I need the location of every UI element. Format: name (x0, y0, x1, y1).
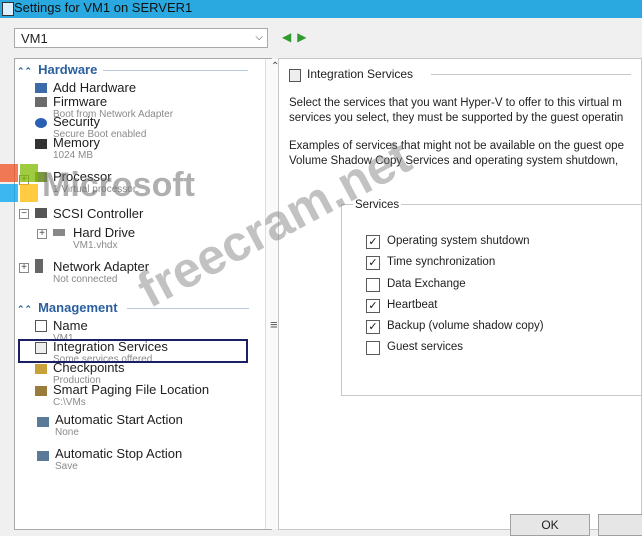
tree-item-label: Checkpoints (53, 360, 125, 375)
examples-line-1: Examples of services that might not be a… (289, 140, 624, 152)
panel-title-divider (431, 74, 631, 75)
checkbox[interactable] (366, 341, 380, 355)
settings-window-icon (2, 2, 14, 16)
tree-item-processor[interactable]: Processor 1 Virtual processor (53, 169, 137, 196)
expand-icon[interactable]: + (37, 229, 47, 239)
chevron-down-icon[interactable]: ⌵ (255, 32, 263, 43)
integration-services-panel: Integration Services Select the services… (278, 58, 642, 530)
tree-item-sub: 1 Virtual processor (53, 184, 137, 195)
memory-icon (35, 139, 47, 149)
scsi-controller-icon (35, 208, 47, 218)
tree-item-scsi-controller[interactable]: SCSI Controller (53, 207, 143, 221)
tree-item-add-hardware[interactable]: Add Hardware (53, 81, 136, 95)
stop-action-icon (37, 451, 49, 461)
tree-item-label: Automatic Start Action (55, 412, 183, 427)
service-label: Data Exchange (387, 278, 466, 290)
service-label: Heartbeat (387, 299, 438, 311)
forward-arrow-icon[interactable]: ▶ (297, 30, 312, 44)
ok-button[interactable]: OK (510, 514, 590, 536)
tree-item-label: Add Hardware (53, 80, 137, 95)
checkbox[interactable]: ✓ (366, 256, 380, 270)
tree-item-automatic-start[interactable]: Automatic Start Action None (55, 412, 183, 439)
tree-item-label: Hard Drive (73, 225, 136, 240)
tree-item-sub: VM1.vhdx (73, 240, 118, 251)
service-label: Backup (volume shadow copy) (387, 320, 544, 332)
checkpoints-icon (35, 364, 47, 374)
examples-line-2: Volume Shadow Copy Services and operatin… (289, 155, 619, 167)
vm-selector[interactable]: VM1 ⌵ (14, 28, 268, 48)
scroll-grip-icon[interactable]: ≡ (270, 317, 278, 332)
tree-item-sub: C:\VMs (53, 397, 86, 408)
firmware-icon (35, 97, 47, 107)
tree-item-label: Network Adapter (53, 259, 150, 274)
checkbox[interactable]: ✓ (366, 320, 380, 334)
tree-item-smart-paging[interactable]: Smart Paging File Location C:\VMs (53, 382, 210, 409)
tree-item-sub: Save (55, 461, 78, 472)
section-management-label: Management (38, 300, 118, 315)
nav-arrows: ◀▶ (282, 30, 312, 44)
folder-icon (35, 386, 47, 396)
description-line-1: Select the services that you want Hyper-… (289, 97, 622, 109)
shield-icon (35, 118, 47, 128)
title-bar: Settings for VM1 on SERVER1 (0, 0, 642, 18)
start-action-icon (37, 417, 49, 427)
service-label: Time synchronization (387, 256, 496, 268)
back-arrow-icon[interactable]: ◀ (282, 30, 297, 44)
tree-item-label: Security (53, 114, 100, 129)
checkbox[interactable] (366, 278, 380, 292)
expand-icon[interactable]: + (19, 263, 29, 273)
tree-item-label: Processor (53, 169, 112, 184)
add-hardware-icon (35, 83, 47, 93)
tree-item-memory[interactable]: Memory 1024 MB (53, 135, 100, 162)
name-icon (35, 320, 47, 332)
collapse-node-icon[interactable]: − (19, 209, 29, 219)
section-divider (103, 70, 248, 71)
tree-item-automatic-stop[interactable]: Automatic Stop Action Save (55, 446, 183, 473)
tree-item-sub: 1024 MB (53, 150, 94, 161)
tree-item-label: Firmware (53, 94, 108, 109)
collapse-icon[interactable]: ⌃⌃ (17, 66, 32, 76)
section-divider (127, 308, 249, 309)
section-hardware-label: Hardware (38, 62, 98, 77)
checkbox[interactable]: ✓ (366, 299, 380, 313)
settings-tree: ⌃ ≡ ⌃⌃ Hardware Add Hardware Firmware Boot… (14, 58, 286, 530)
description-line-2: services you select, they must be suppor… (289, 112, 624, 124)
panel-title: Integration Services (307, 67, 631, 81)
section-management[interactable]: ⌃⌃ Management (17, 300, 249, 315)
checkbox[interactable]: ✓ (366, 235, 380, 249)
tree-item-sub: None (55, 427, 79, 438)
window-title: Settings for VM1 on SERVER1 (14, 0, 193, 15)
tree-item-label: Name (53, 318, 88, 333)
section-hardware[interactable]: ⌃⌃ Hardware (17, 62, 248, 77)
cancel-button[interactable] (598, 514, 642, 536)
tree-item-label: SCSI Controller (53, 206, 144, 221)
service-label: Guest services (387, 341, 464, 353)
integration-services-header-icon (289, 69, 301, 82)
tree-item-network-adapter[interactable]: Network Adapter Not connected (53, 259, 150, 286)
services-group-label: Services (353, 199, 402, 211)
tree-item-label: Smart Paging File Location (53, 382, 210, 397)
tree-item-sub: Not connected (53, 274, 118, 285)
tree-item-hard-drive[interactable]: Hard Drive VM1.vhdx (73, 225, 136, 252)
tree-item-label: Automatic Stop Action (55, 446, 183, 461)
panel-title-text: Integration Services (307, 67, 414, 81)
microsoft-logo (0, 164, 40, 204)
service-label: Operating system shutdown (387, 235, 530, 247)
network-adapter-icon (35, 259, 43, 273)
hard-drive-icon (53, 229, 65, 236)
collapse-icon[interactable]: ⌃⌃ (17, 304, 32, 314)
vm-selector-value: VM1 (21, 31, 48, 46)
tree-item-label: Memory (53, 135, 100, 150)
